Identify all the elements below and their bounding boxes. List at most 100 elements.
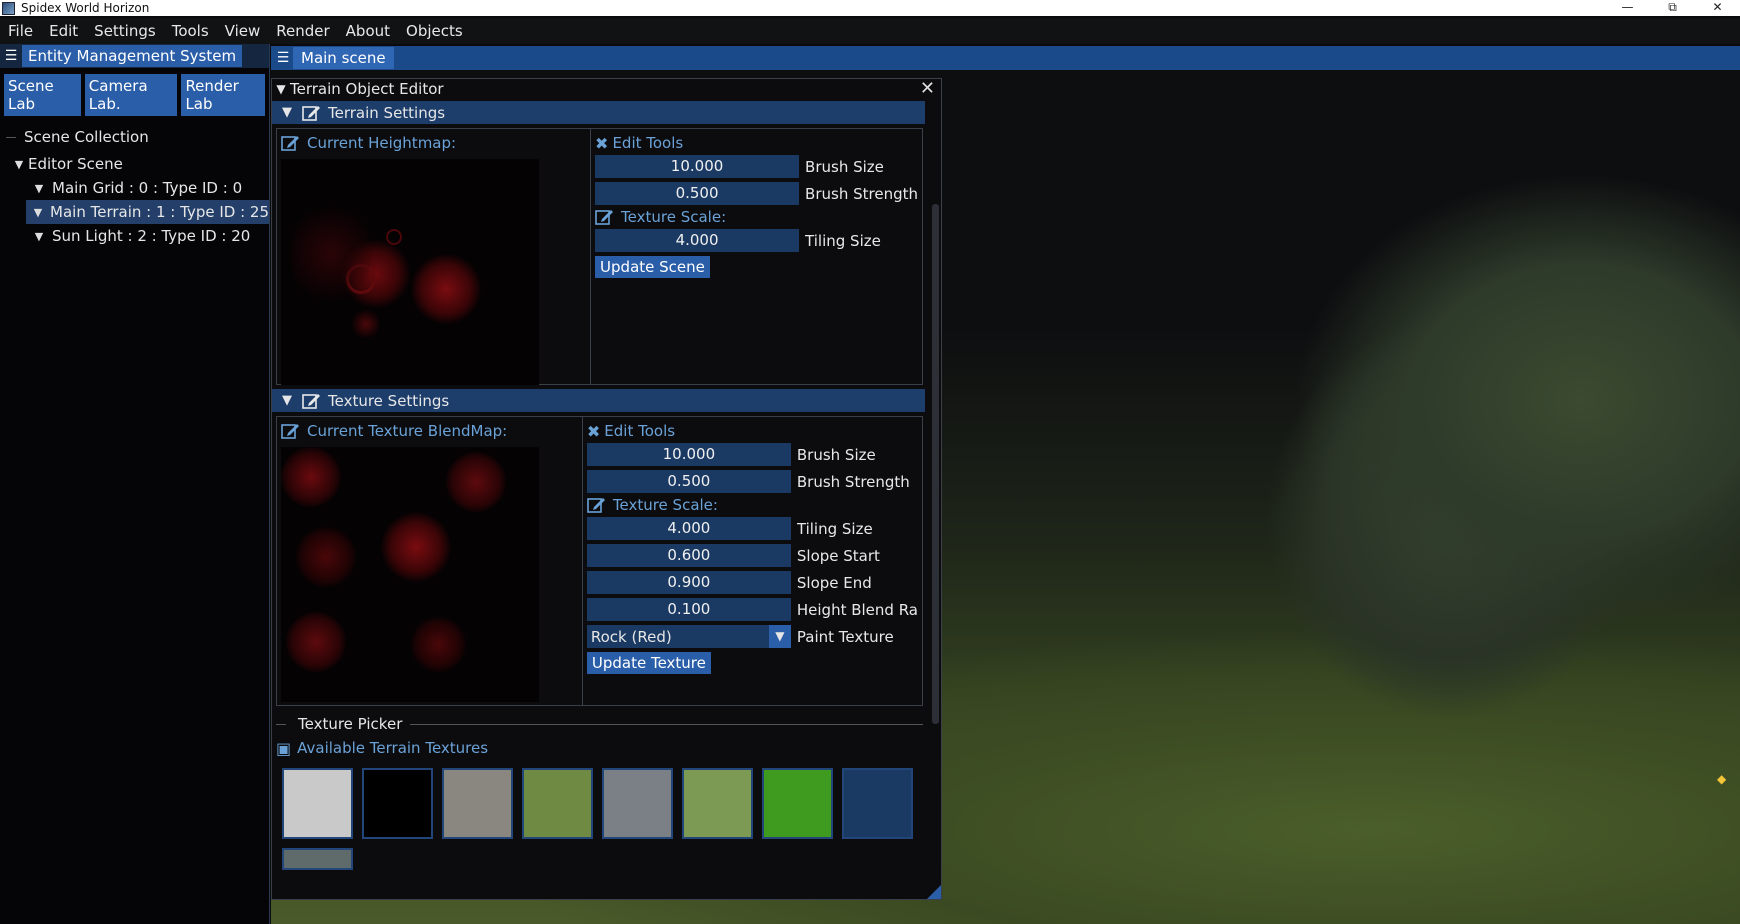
texture-thumbnail[interactable] — [842, 768, 913, 839]
blendmap-image[interactable] — [281, 447, 539, 702]
tree-item-label: Sun Light : 2 : Type ID : 20 — [52, 227, 251, 245]
height-blend-input[interactable]: 0.100 — [586, 598, 791, 621]
texture-thumbnail[interactable] — [362, 768, 433, 839]
texture-thumbnails — [282, 768, 932, 870]
texture-tiling-size-input[interactable]: 4.000 — [586, 517, 791, 540]
scene-menu-icon[interactable]: ☰ — [273, 50, 293, 66]
blendmap-label-row: Current Texture BlendMap: — [281, 421, 578, 441]
tab-render-lab[interactable]: Render Lab — [181, 74, 266, 116]
edit-icon — [595, 208, 615, 226]
texture-thumbnail[interactable] — [522, 768, 593, 839]
chevron-down-icon[interactable]: ▼ — [768, 625, 791, 648]
menu-objects[interactable]: Objects — [406, 22, 463, 40]
menu-tools[interactable]: Tools — [172, 22, 209, 40]
heightmap-label: Current Heightmap: — [307, 134, 457, 152]
tools-icon: ✖ — [595, 133, 609, 153]
tiling-size-label: Tiling Size — [805, 231, 881, 250]
menu-file[interactable]: File — [8, 22, 33, 40]
available-textures-label: Available Terrain Textures — [297, 739, 489, 757]
terrain-edit-tools-label-row: ✖ Edit Tools — [595, 133, 918, 153]
menu-bar: File Edit Settings Tools View Render Abo… — [0, 18, 1740, 44]
texture-thumbnail[interactable] — [602, 768, 673, 839]
edit-icon — [587, 496, 607, 514]
editor-titlebar[interactable]: ▼ Terrain Object Editor ✕ — [272, 78, 941, 99]
tab-scene-lab[interactable]: Scene Lab — [4, 74, 81, 116]
slope-end-input[interactable]: 0.900 — [586, 571, 791, 594]
slope-end-label: Slope End — [796, 573, 872, 592]
texture-settings-title: Texture Settings — [328, 391, 450, 410]
terrain-tiling-size-input[interactable]: 4.000 — [595, 229, 800, 252]
tools-icon: ✖ — [586, 421, 601, 441]
texture-brush-size-input[interactable]: 10.000 — [586, 443, 791, 466]
edit-icon — [302, 104, 322, 122]
expand-icon[interactable]: ▼ — [30, 206, 46, 219]
entity-panel-title[interactable]: Entity Management System — [22, 45, 243, 67]
texture-thumbnail[interactable] — [762, 768, 833, 839]
update-scene-button[interactable]: Update Scene — [595, 256, 710, 278]
menu-about[interactable]: About — [346, 22, 390, 40]
texture-thumbnail[interactable] — [442, 768, 513, 839]
collapse-icon[interactable]: ▼ — [272, 82, 290, 96]
expand-icon[interactable]: ▼ — [10, 158, 28, 171]
texture-scale-label: Texture Scale: — [621, 208, 727, 226]
tree-item-main-grid[interactable]: ▼ Main Grid : 0 : Type ID : 0 — [0, 176, 269, 200]
paint-texture-value: Rock (Red) — [590, 627, 672, 646]
main-scene-tab[interactable]: Main scene — [293, 47, 394, 69]
close-window-button[interactable]: ✕ — [1695, 0, 1740, 16]
available-textures-row: ▣ Available Terrain Textures — [276, 738, 941, 758]
tab-camera-lab[interactable]: Camera Lab. — [84, 74, 178, 116]
texture-thumbnail[interactable] — [682, 768, 753, 839]
tree-root-editor-scene[interactable]: ▼ Editor Scene — [0, 152, 269, 176]
blendmap-label: Current Texture BlendMap: — [307, 422, 508, 440]
tree-item-main-terrain[interactable]: ▼ Main Terrain : 1 : Type ID : 25 — [26, 200, 269, 224]
slope-start-row: 0.600 Slope Start — [586, 542, 918, 569]
maximize-button[interactable]: ⧉ — [1650, 0, 1695, 16]
edit-icon — [302, 392, 322, 410]
texture-tiling-size-row: 4.000 Tiling Size — [586, 515, 918, 542]
menu-edit[interactable]: Edit — [49, 22, 78, 40]
slope-start-label: Slope Start — [796, 546, 880, 565]
paint-texture-row: Rock (Red) ▼ Paint Texture — [586, 623, 918, 650]
tree-root-label: Editor Scene — [28, 155, 123, 173]
window-title: Spidex World Horizon — [21, 1, 150, 15]
image-icon: ▣ — [276, 738, 292, 758]
texture-thumbnail[interactable] — [282, 768, 353, 839]
update-texture-button[interactable]: Update Texture — [586, 652, 711, 674]
brush-strength-label: Brush Strength — [796, 472, 910, 491]
editor-title: Terrain Object Editor — [290, 80, 444, 98]
menu-settings[interactable]: Settings — [94, 22, 156, 40]
expand-icon[interactable]: ▼ — [30, 182, 48, 195]
collapse-icon[interactable]: ▼ — [272, 393, 302, 408]
tree-item-label: Main Grid : 0 : Type ID : 0 — [52, 179, 243, 197]
collapse-icon[interactable]: ▼ — [272, 105, 302, 120]
sun-light-marker-icon[interactable]: ◆ — [1717, 772, 1726, 786]
expand-icon[interactable]: ▼ — [30, 230, 48, 243]
panel-menu-icon[interactable]: ☰ — [0, 48, 22, 64]
edit-icon — [281, 134, 301, 152]
scene-collection-separator: Scene Collection — [6, 128, 263, 146]
texture-brush-size-row: 10.000 Brush Size — [586, 441, 918, 468]
terrain-brush-strength-row: 0.500 Brush Strength — [595, 180, 918, 207]
minimize-button[interactable]: — — [1605, 0, 1650, 16]
brush-strength-label: Brush Strength — [805, 184, 918, 203]
menu-render[interactable]: Render — [276, 22, 329, 40]
texture-thumbnail[interactable] — [282, 848, 353, 870]
terrain-brush-size-input[interactable]: 10.000 — [595, 155, 800, 178]
resize-grip-icon[interactable] — [927, 885, 941, 899]
terrain-texture-scale-row: Texture Scale: — [595, 207, 918, 227]
terrain-brush-size-row: 10.000 Brush Size — [595, 153, 918, 180]
texture-texture-scale-row: Texture Scale: — [587, 495, 918, 515]
heightmap-image[interactable] — [281, 159, 539, 385]
tree-item-sun-light[interactable]: ▼ Sun Light : 2 : Type ID : 20 — [0, 224, 269, 248]
texture-brush-strength-input[interactable]: 0.500 — [586, 470, 791, 493]
editor-scrollbar[interactable] — [932, 204, 939, 724]
app-icon — [2, 1, 15, 15]
texture-settings-header[interactable]: ▼ Texture Settings — [272, 389, 925, 412]
terrain-brush-strength-input[interactable]: 0.500 — [595, 182, 800, 205]
terrain-settings-title: Terrain Settings — [328, 103, 446, 122]
close-icon[interactable]: ✕ — [920, 78, 935, 99]
paint-texture-select[interactable]: Rock (Red) ▼ — [586, 625, 791, 648]
slope-start-input[interactable]: 0.600 — [586, 544, 791, 567]
terrain-settings-header[interactable]: ▼ Terrain Settings — [272, 101, 925, 124]
menu-view[interactable]: View — [225, 22, 261, 40]
